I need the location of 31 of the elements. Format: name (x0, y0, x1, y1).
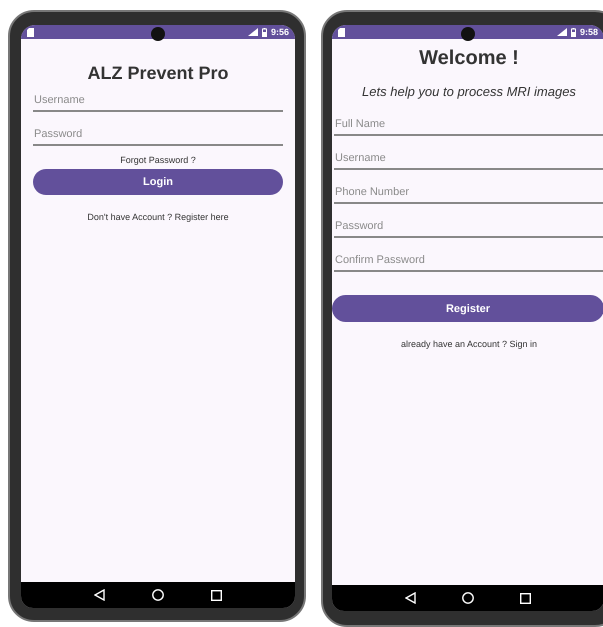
battery-icon (262, 28, 267, 36)
signal-icon (248, 28, 258, 36)
camera-icon (461, 27, 475, 41)
status-time: 9:56 (270, 27, 289, 37)
recents-icon[interactable] (210, 590, 222, 600)
account-link[interactable]: already have an Account ? Sign in (334, 339, 603, 349)
status-time: 9:58 (580, 27, 598, 37)
input-field[interactable]: Password (33, 123, 283, 146)
screen-title: ALZ Prevent Pro (86, 63, 230, 84)
screen-title: Welcome ! (418, 47, 520, 70)
submit-button[interactable]: Login (33, 169, 283, 195)
input-field[interactable]: Confirm Password (334, 249, 603, 272)
input-field[interactable]: Phone Number (334, 181, 603, 204)
back-icon[interactable] (405, 592, 416, 604)
sim-card-icon (338, 28, 345, 36)
camera-icon (151, 27, 165, 41)
submit-button[interactable]: Register (332, 295, 603, 322)
signal-icon (556, 28, 567, 36)
recents-icon[interactable] (520, 592, 531, 604)
input-field[interactable]: Username (33, 89, 283, 112)
forgot-password-link[interactable]: Forgot Password ? (33, 155, 283, 165)
input-field[interactable]: Password (334, 215, 603, 238)
input-field[interactable]: Username (334, 147, 603, 170)
input-field[interactable]: Full Name (334, 113, 603, 136)
home-icon[interactable] (462, 592, 474, 604)
back-icon[interactable] (94, 589, 106, 601)
sim-card-icon (27, 28, 34, 36)
subtitle-text: Lets help you to process MRI images (361, 84, 577, 99)
account-link[interactable]: Don't have Account ? Register here (33, 212, 283, 222)
battery-icon (570, 28, 576, 36)
home-icon[interactable] (152, 589, 164, 601)
